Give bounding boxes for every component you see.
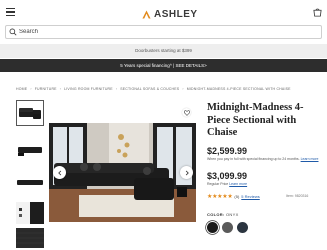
promo-banner[interactable]: Doorbusters starting at $399 bbox=[0, 44, 327, 58]
chevron-right-icon bbox=[185, 170, 189, 175]
cart-icon[interactable] bbox=[313, 8, 322, 17]
main-product-image[interactable] bbox=[49, 123, 196, 222]
color-selected-name: ONYX bbox=[226, 212, 239, 217]
search-bar bbox=[5, 25, 322, 39]
logo-mark-icon bbox=[142, 9, 151, 19]
item-number: Item: 9820316 bbox=[286, 194, 309, 198]
thumbnail-2[interactable] bbox=[16, 137, 44, 163]
financing-copy: When you pay in full with special financ… bbox=[207, 157, 300, 161]
financing-learn-more-link[interactable]: Learn more bbox=[301, 157, 319, 161]
regular-price-label: Regular Price bbox=[207, 182, 229, 186]
breadcrumb-separator: › bbox=[59, 87, 62, 91]
breadcrumb-furniture[interactable]: FURNITURE bbox=[35, 87, 57, 91]
breadcrumb-living-room[interactable]: LIVING ROOM FURNITURE bbox=[64, 87, 113, 91]
breadcrumb-current: MIDNIGHT-MADNESS 4-PIECE SECTIONAL WITH … bbox=[186, 87, 291, 91]
breadcrumb-sectionals[interactable]: SECTIONAL SOFAS & COUCHES bbox=[120, 87, 179, 91]
color-swatch-navy[interactable] bbox=[237, 222, 248, 233]
breadcrumb-home[interactable]: HOME bbox=[16, 87, 27, 91]
thumbnail-3[interactable] bbox=[16, 170, 44, 196]
product-title: Midnight-Madness 4-Piece Sectional with … bbox=[207, 102, 304, 138]
thumbnail-sofa-image bbox=[18, 147, 42, 156]
regular-price-learn-more-link[interactable]: Learn more bbox=[229, 182, 247, 186]
regular-price: $3,099.99 bbox=[207, 171, 248, 181]
sale-price: $2,599.99 bbox=[207, 146, 248, 156]
thumbnail-1[interactable] bbox=[16, 100, 44, 126]
regular-price-note: Regular Price Learn more bbox=[207, 182, 247, 186]
breadcrumb-separator: › bbox=[115, 87, 118, 91]
search-icon[interactable] bbox=[9, 28, 17, 36]
previous-image-button[interactable] bbox=[53, 166, 66, 179]
breadcrumb-separator: › bbox=[182, 87, 184, 91]
star-rating-icon: ★★★★★ bbox=[207, 193, 233, 200]
reviews-link[interactable]: 5 Reviews bbox=[241, 194, 259, 199]
color-swatch-onyx[interactable] bbox=[207, 222, 218, 233]
thumbnail-detail-image bbox=[16, 202, 44, 224]
rating-count: (5) bbox=[234, 193, 240, 199]
thumbnail-sofa-image bbox=[17, 180, 43, 185]
color-label-text: COLOR: bbox=[207, 212, 225, 217]
living-room-sofa-image bbox=[49, 123, 196, 222]
financing-text: When you pay in full with special financ… bbox=[207, 157, 325, 162]
heart-icon bbox=[183, 109, 190, 116]
color-label: COLOR: ONYX bbox=[207, 212, 239, 217]
breadcrumb: HOME › FURNITURE › LIVING ROOM FURNITURE… bbox=[16, 85, 291, 93]
menu-icon[interactable] bbox=[6, 8, 15, 16]
thumbnail-fabric-image bbox=[16, 228, 44, 248]
ashley-logo[interactable]: ASHLEY bbox=[142, 8, 198, 20]
search-input[interactable] bbox=[19, 27, 314, 37]
financing-banner[interactable]: 5 Years special financing^ | SEE DETAILS… bbox=[0, 59, 327, 72]
rating-summary: ★★★★★ (5) 5 Reviews bbox=[207, 192, 260, 200]
thumbnail-sofa-image bbox=[19, 108, 41, 119]
next-image-button[interactable] bbox=[180, 166, 193, 179]
site-header: ASHLEY bbox=[0, 0, 327, 24]
color-swatch-gray[interactable] bbox=[222, 222, 233, 233]
breadcrumb-separator: › bbox=[30, 87, 32, 91]
wishlist-heart-icon[interactable] bbox=[182, 108, 191, 117]
thumbnail-4[interactable] bbox=[16, 200, 44, 226]
thumbnail-5[interactable] bbox=[16, 228, 44, 248]
brand-name: ASHLEY bbox=[154, 8, 198, 20]
chevron-left-icon bbox=[57, 170, 61, 175]
